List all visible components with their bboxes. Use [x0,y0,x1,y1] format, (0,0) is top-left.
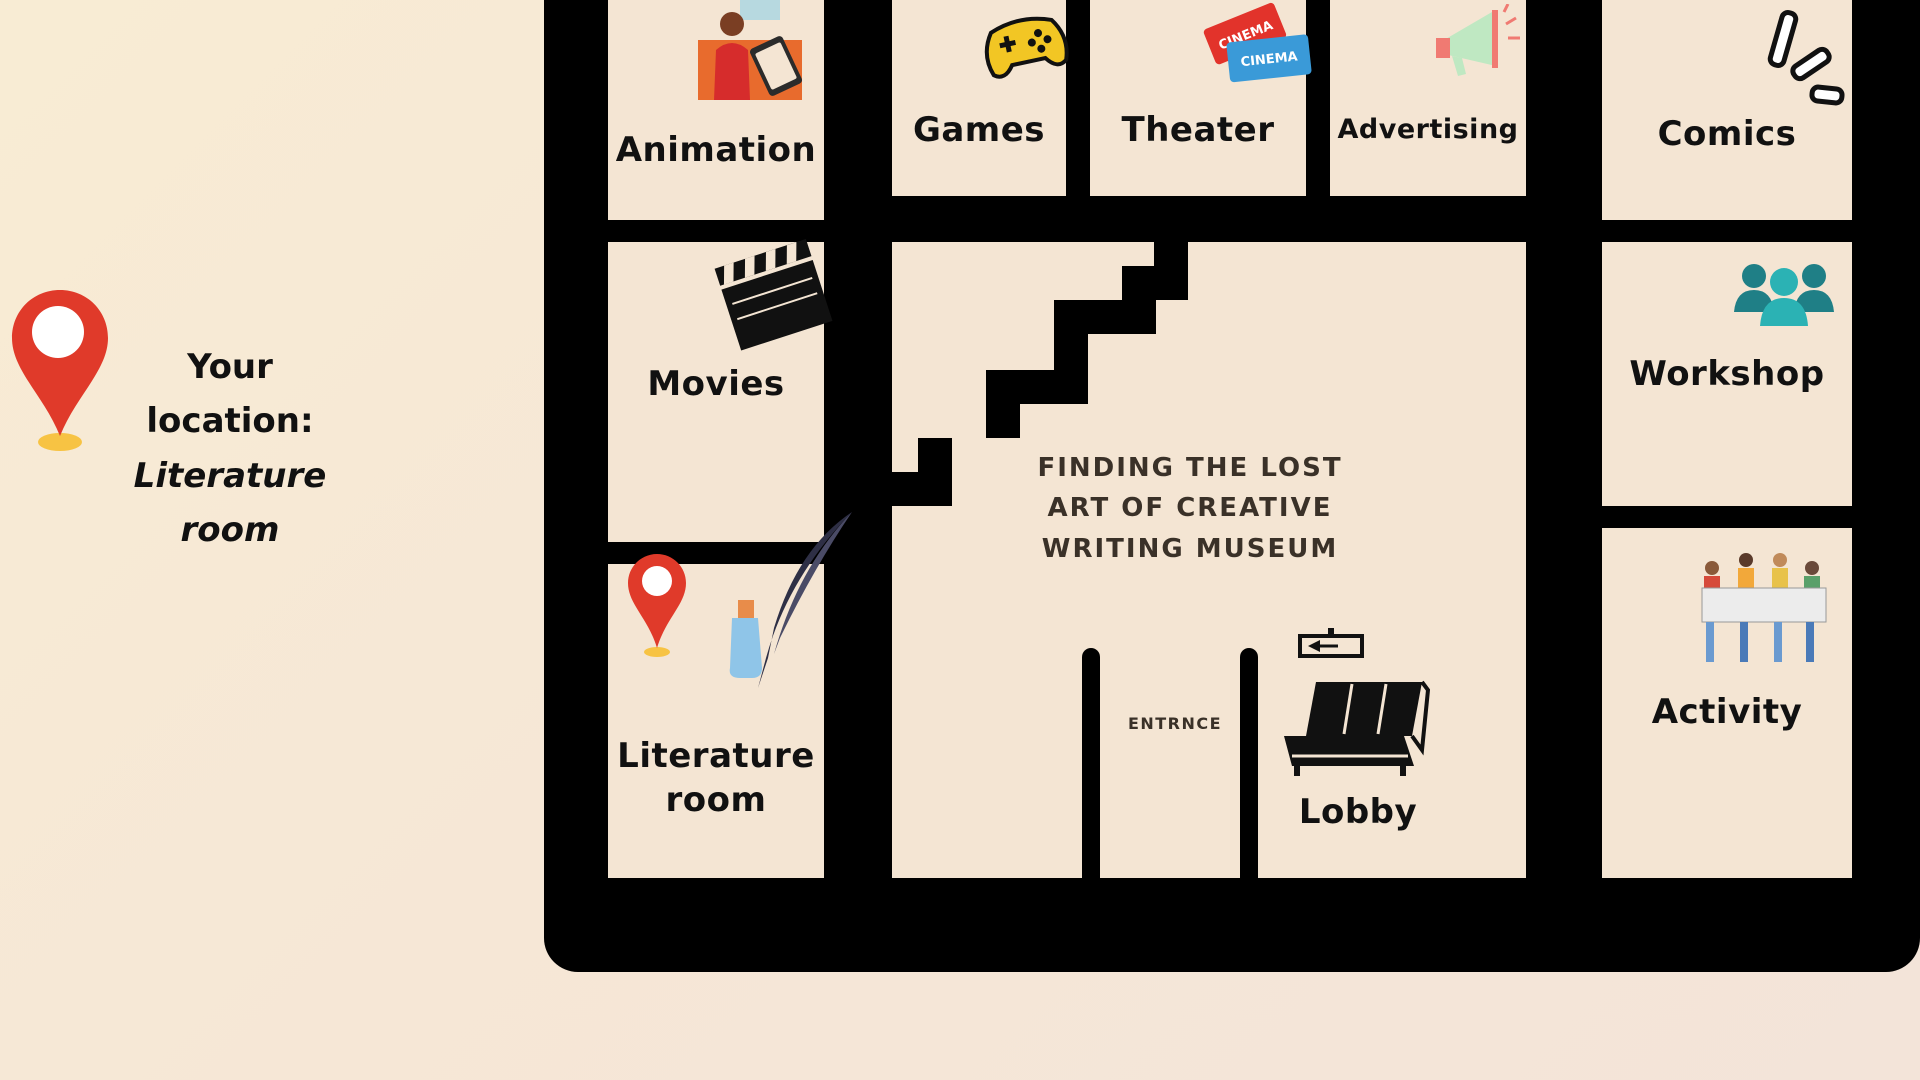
room-label-advertising: Advertising [1337,114,1519,145]
game-controller-icon [984,16,1069,79]
room-label-comics: Comics [1657,114,1797,154]
map-pin-icon [12,290,108,451]
room-label-activity: Activity [1651,692,1803,732]
megaphone-icon [1436,4,1520,76]
room-label-workshop: Workshop [1629,354,1825,394]
entrance-label: ENTRNCE [1127,714,1223,733]
entrance-wall-left [1082,648,1100,880]
room-label-games: Games [912,110,1046,150]
animator-at-tablet-icon [698,0,802,100]
museum-title: FINDING THE LOST ART OF CREATIVE WRITING… [1037,453,1343,564]
room-label-literature: Literature room [617,736,815,821]
location-room-name: Literature [133,455,327,496]
lobby-sofa-icon [1284,680,1430,776]
location-label: Your location: Literature room [120,340,340,558]
quill-and-ink-icon [729,512,852,688]
room-label-lobby: Lobby [1298,792,1418,832]
room-label-theater: Theater [1121,110,1275,150]
clapperboard-icon [714,239,833,351]
map-pin-icon [628,554,686,657]
people-group-icon [1734,264,1834,326]
protest-crowd-icon [1701,553,1827,662]
cinema-tickets-icon: CINEMA CINEMA [1203,2,1312,83]
entrance-wall-right [1240,648,1258,880]
room-label-animation: Animation [615,130,817,170]
exclamation-burst-icon [1767,10,1845,106]
exit-sign-icon [1298,628,1364,658]
room-label-movies: Movies [647,364,785,404]
